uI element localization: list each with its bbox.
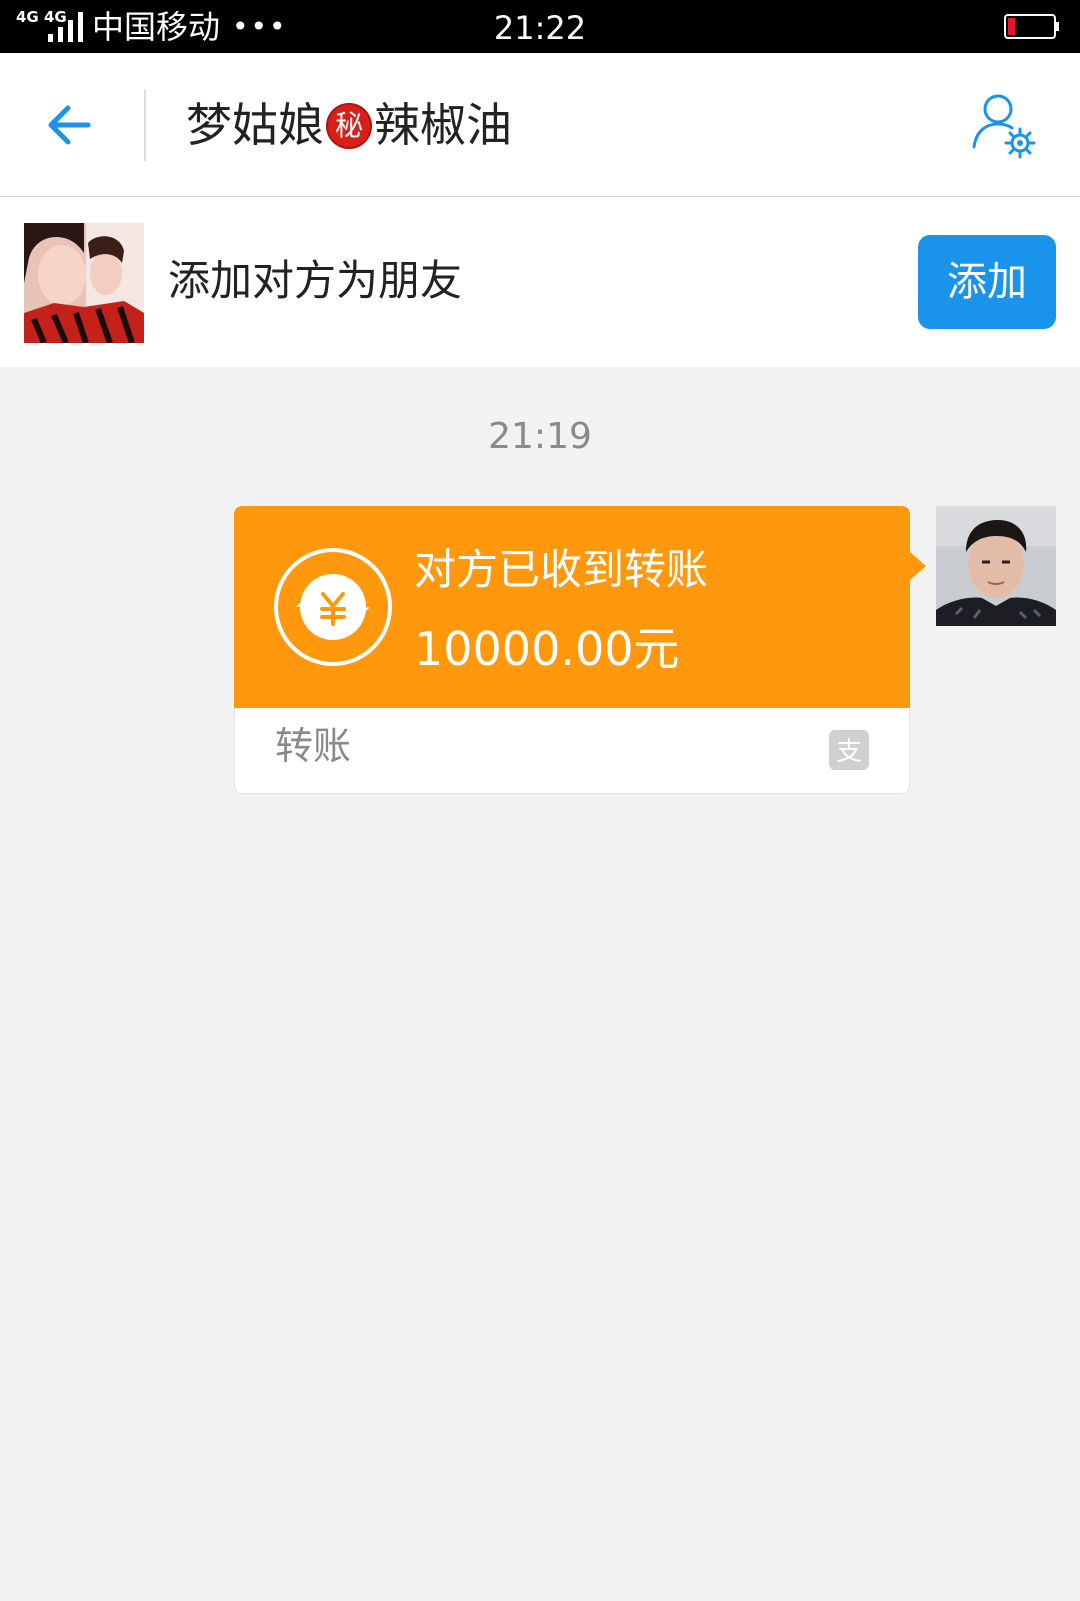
add-friend-prompt: 添加对方为朋友: [168, 256, 463, 305]
transfer-type-label: 转账: [275, 724, 352, 768]
back-arrow-icon[interactable]: [40, 93, 104, 157]
transfer-card-header: 对方已收到转账 10000.00元: [234, 506, 910, 708]
message-timestamp: 21:19: [488, 416, 592, 457]
title-suffix: 辣椒油: [374, 98, 512, 152]
transfer-amount: 10000.00元: [414, 622, 680, 676]
add-friend-button[interactable]: 添加: [918, 235, 1056, 329]
contact-avatar[interactable]: [24, 223, 144, 343]
bubble-arrow: [910, 552, 926, 580]
profile-settings-icon[interactable]: [968, 91, 1040, 163]
chat-title: 梦姑娘秘辣椒油: [186, 89, 512, 161]
title-name: 梦姑娘: [186, 98, 324, 152]
header-divider: [144, 89, 146, 161]
secret-badge-icon: 秘: [326, 103, 372, 149]
battery-icon: [1004, 14, 1059, 39]
yuan-transfer-icon: [274, 548, 392, 666]
my-avatar[interactable]: [936, 506, 1056, 626]
alipay-icon-glyph: 支: [836, 737, 862, 767]
status-time: 21:22: [493, 9, 587, 47]
transfer-status: 对方已收到转账: [414, 545, 709, 594]
chat-header: 梦姑娘秘辣椒油: [0, 53, 1080, 197]
transfer-message-card[interactable]: 对方已收到转账 10000.00元 转账 支: [234, 506, 926, 794]
transfer-card-footer: 转账 支: [234, 708, 910, 794]
alipay-icon: 支: [829, 730, 869, 770]
status-bar: 4G 4G 中国移动 ••• 21:22: [0, 0, 1080, 53]
add-friend-bar: 添加对方为朋友 添加: [0, 197, 1080, 367]
